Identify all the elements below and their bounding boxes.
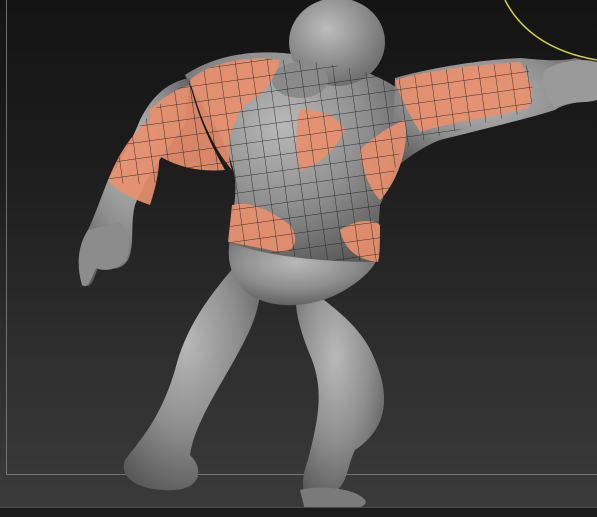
left-leg — [123, 260, 261, 491]
zbrush-canvas[interactable] — [0, 0, 597, 517]
status-strip — [0, 507, 597, 517]
sculpt-model[interactable] — [0, 0, 597, 517]
right-hand — [543, 60, 597, 108]
right-leg — [295, 280, 385, 501]
gizmo-ring-icon[interactable] — [504, 0, 597, 61]
left-hand — [78, 222, 129, 287]
